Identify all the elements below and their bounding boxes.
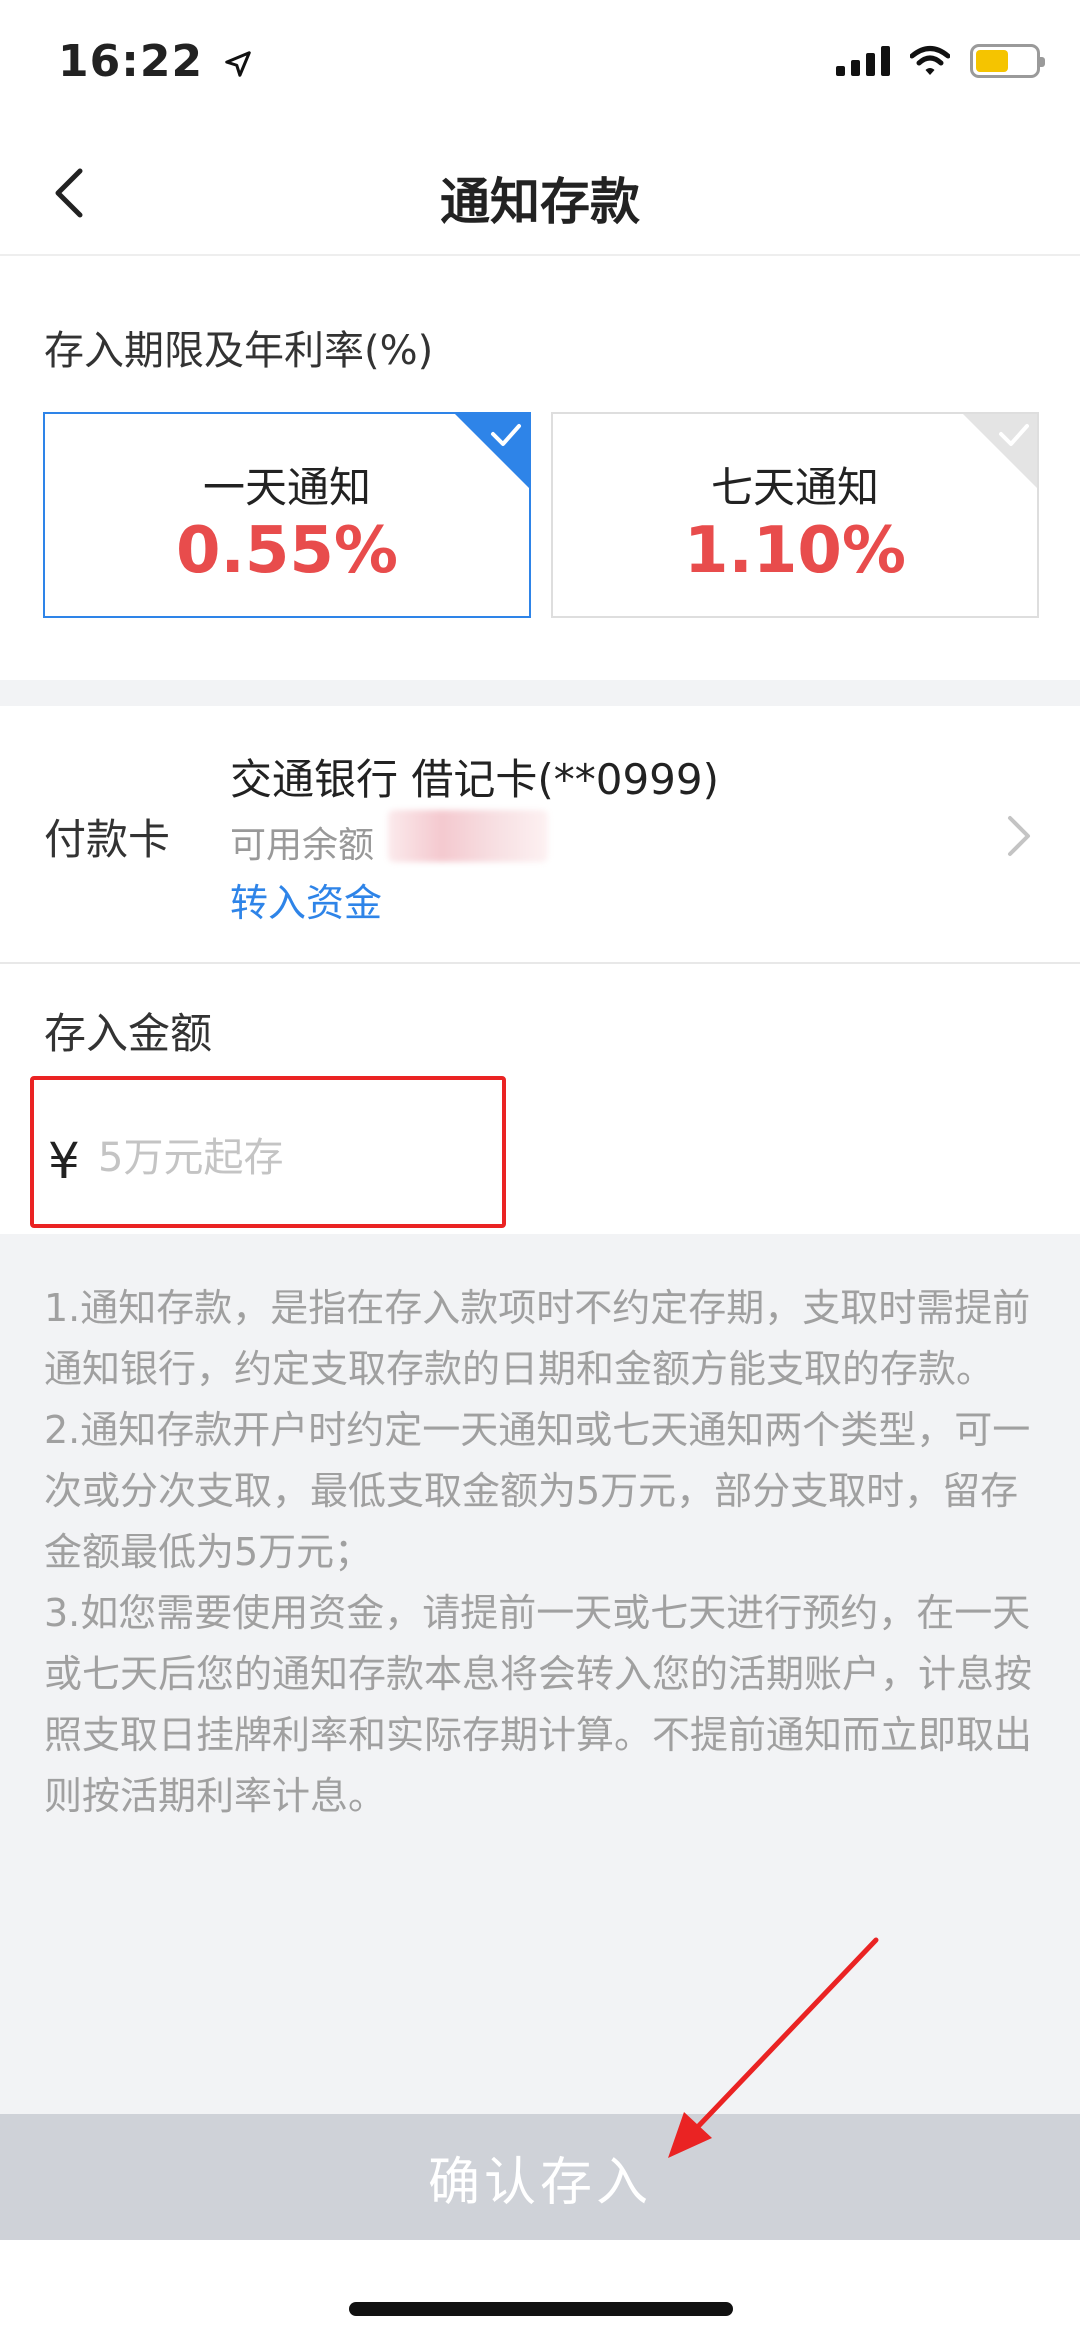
chevron-right-icon bbox=[1008, 816, 1030, 856]
amount-input[interactable] bbox=[98, 1122, 478, 1194]
status-bar: 16:22 bbox=[0, 0, 1080, 132]
period-option-rate: 1.10% bbox=[683, 514, 907, 588]
confirm-deposit-label: 确认存入 bbox=[427, 2152, 652, 2213]
period-option-one-day[interactable]: 一天通知 0.55% bbox=[43, 412, 531, 618]
balance-label: 可用余额 bbox=[230, 825, 375, 866]
status-time: 16:22 bbox=[58, 36, 253, 87]
transfer-funds-link[interactable]: 转入资金 bbox=[230, 872, 382, 927]
payment-card-row[interactable]: 付款卡 交通银行 借记卡(**0999) 可用余额 转入资金 bbox=[0, 706, 1080, 964]
confirm-deposit-button[interactable]: 确认存入 bbox=[0, 2114, 1080, 2240]
cellular-signal-icon bbox=[836, 46, 890, 76]
period-option-rate: 0.55% bbox=[175, 514, 399, 588]
note-item: 3.如您需要使用资金，请提前一天或七天进行预约，在一天或七天后您的通知存款本息将… bbox=[44, 1591, 1033, 1818]
section-divider bbox=[0, 680, 1080, 706]
wifi-icon bbox=[910, 46, 950, 75]
period-section: 存入期限及年利率(%) 一天通知 0.55% 七天通知 1.10% bbox=[0, 258, 1080, 678]
bottom-safe-area bbox=[0, 2240, 1080, 2339]
amount-input-box: ¥ bbox=[30, 1076, 506, 1228]
notes-section: 1.通知存款，是指在存入款项时不约定存期，支取时需提前通知银行，约定支取存款的日… bbox=[0, 1234, 1080, 2114]
screen: 16:22 通知存款 存入期限及年利率(%) 一天通知 0.55% 七天通知 1… bbox=[0, 0, 1080, 2339]
period-option-seven-day[interactable]: 七天通知 1.10% bbox=[551, 412, 1039, 618]
balance-value-redacted bbox=[388, 810, 548, 862]
battery-icon bbox=[970, 44, 1045, 78]
note-item: 2.通知存款开户时约定一天通知或七天通知两个类型，可一次或分次支取，最低支取金额… bbox=[44, 1408, 1031, 1574]
amount-label: 存入金额 bbox=[44, 1009, 213, 1058]
period-label: 存入期限及年利率(%) bbox=[44, 328, 434, 374]
payment-label: 付款卡 bbox=[44, 815, 171, 864]
status-icons bbox=[836, 44, 1045, 78]
checkmark-unselected-icon bbox=[963, 414, 1037, 488]
location-arrow-icon bbox=[225, 51, 252, 77]
home-indicator[interactable] bbox=[349, 2302, 733, 2316]
nav-bar: 通知存款 bbox=[0, 132, 1080, 256]
amount-section: 存入金额 ¥ bbox=[0, 964, 1080, 1234]
checkmark-selected-icon bbox=[455, 414, 529, 488]
page-title: 通知存款 bbox=[440, 173, 640, 231]
note-item: 1.通知存款，是指在存入款项时不约定存期，支取时需提前通知银行，约定支取存款的日… bbox=[44, 1286, 1031, 1391]
payment-card-name: 交通银行 借记卡(**0999) bbox=[230, 755, 720, 804]
currency-symbol: ¥ bbox=[48, 1132, 80, 1190]
